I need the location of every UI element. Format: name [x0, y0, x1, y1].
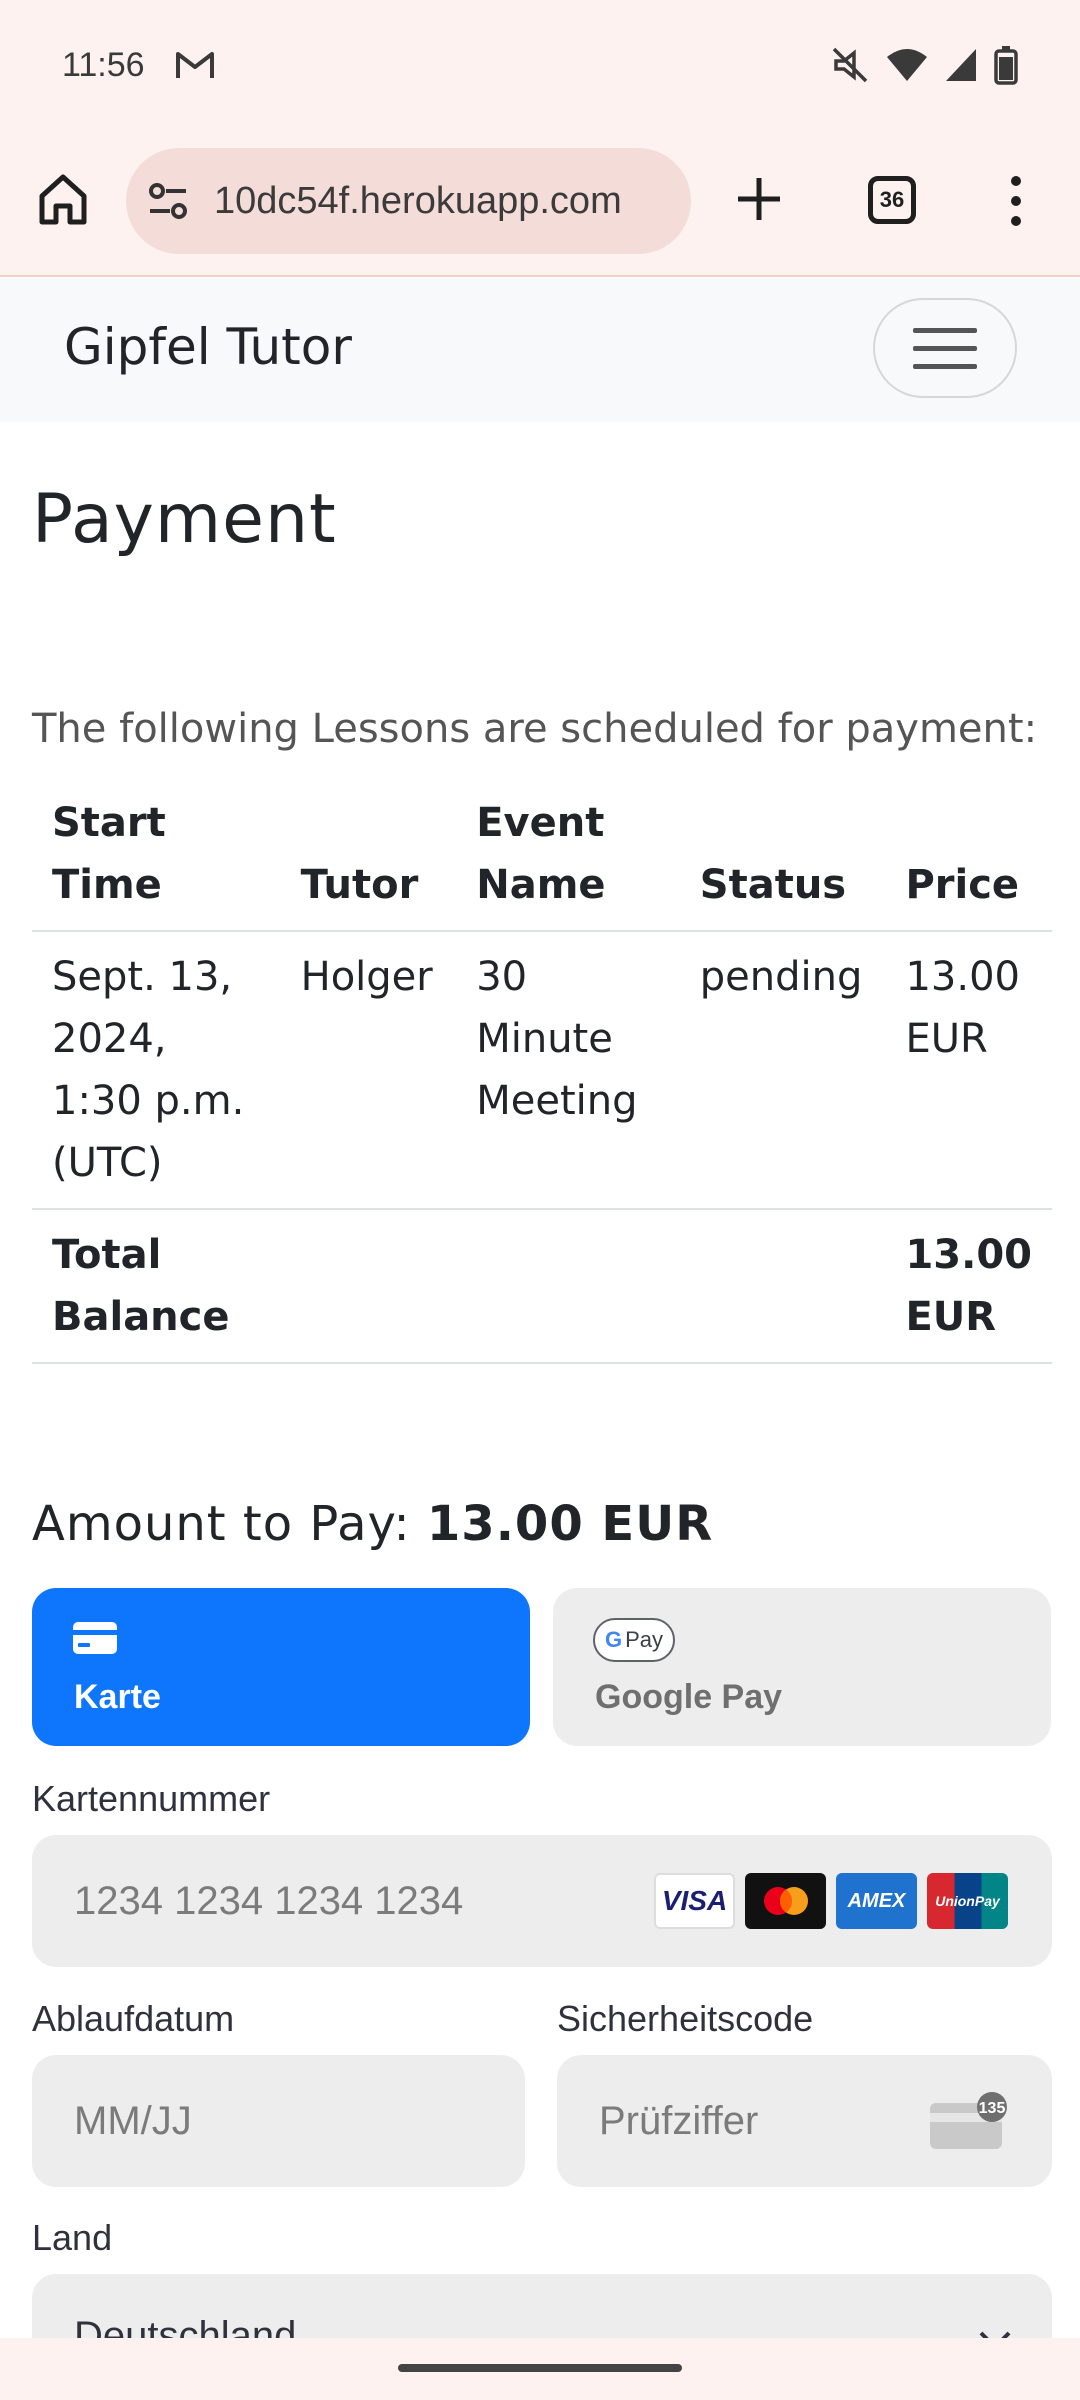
unionpay-icon: UnionPay	[927, 1873, 1008, 1929]
payment-method-gpay-tab[interactable]: G Pay Google Pay	[553, 1588, 1051, 1746]
cell-tutor: Holger	[280, 931, 457, 1210]
amount-value: 13.00 EUR	[426, 1496, 714, 1552]
tabs-icon[interactable]: 36	[868, 176, 916, 224]
gmail-icon	[175, 52, 214, 78]
cvc-label: Sicherheitscode	[557, 1998, 814, 2039]
cell-event-name: 30 Minute Meeting	[456, 931, 680, 1210]
amount-to-pay: Amount to Pay: 13.00 EUR	[32, 1496, 713, 1552]
intro-text: The following Lessons are scheduled for …	[32, 706, 1038, 752]
expiry-label: Ablaufdatum	[32, 1998, 235, 2039]
cvc-badge-text: 135	[979, 2100, 1006, 2117]
expiry-placeholder: MM/JJ	[74, 2098, 192, 2143]
browser-toolbar: 10dc54f.herokuapp.com 36	[0, 130, 1080, 277]
mute-icon	[832, 47, 868, 83]
cell-status: pending	[679, 931, 886, 1210]
total-value: 13.00 EUR	[885, 1209, 1052, 1364]
gesture-handle[interactable]	[398, 2364, 682, 2372]
country-label: Land	[32, 2217, 113, 2258]
expiry-input[interactable]: MM/JJ	[32, 2055, 525, 2187]
navbar-toggle-button[interactable]	[873, 298, 1017, 398]
gpay-tab-label: Google Pay	[595, 1678, 783, 1716]
site-settings-icon[interactable]	[146, 179, 190, 223]
cell-price: 13.00 EUR	[885, 931, 1052, 1210]
signal-icon	[946, 49, 976, 81]
table-row: Sept. 13, 2024, 1:30 p.m. (UTC) Holger 3…	[32, 931, 1052, 1210]
address-bar[interactable]: 10dc54f.herokuapp.com	[126, 148, 691, 254]
col-start-time: Start Time	[32, 782, 281, 932]
more-menu-icon[interactable]	[1000, 174, 1032, 228]
google-pay-icon: G Pay	[593, 1618, 675, 1662]
site-navbar: Gipfel Tutor	[0, 278, 1080, 422]
amount-label: Amount to Pay:	[32, 1496, 411, 1552]
hamburger-icon-line	[913, 345, 977, 351]
lessons-table: Start Time Tutor Event Name Status Price…	[32, 782, 1052, 1364]
page-title: Payment	[32, 480, 337, 559]
card-number-placeholder: 1234 1234 1234 1234	[74, 1878, 464, 1923]
site-brand[interactable]: Gipfel Tutor	[64, 318, 352, 376]
hamburger-icon-line	[913, 327, 977, 333]
visa-icon: VISA	[654, 1873, 735, 1929]
battery-icon	[994, 46, 1018, 85]
col-status: Status	[679, 782, 886, 932]
cvc-placeholder: Prüfziffer	[599, 2098, 759, 2143]
col-tutor: Tutor	[280, 782, 457, 932]
new-tab-icon[interactable]	[730, 170, 788, 228]
card-tab-label: Karte	[74, 1678, 161, 1716]
hamburger-icon-line	[913, 363, 977, 369]
tab-count: 36	[879, 187, 905, 212]
wifi-icon	[887, 49, 927, 81]
amex-icon: AMEX	[836, 1873, 917, 1929]
payment-method-card-tab[interactable]: Karte	[32, 1588, 530, 1746]
col-event-name: Event Name	[456, 782, 680, 932]
status-time: 11:56	[62, 45, 145, 84]
card-number-label: Kartennummer	[32, 1778, 271, 1819]
cell-start-time: Sept. 13, 2024, 1:30 p.m. (UTC)	[32, 931, 281, 1210]
total-label: Total Balance	[32, 1209, 281, 1364]
table-header-row: Start Time Tutor Event Name Status Price	[32, 782, 1052, 932]
cvc-input[interactable]: Prüfziffer 135	[557, 2055, 1052, 2187]
home-icon[interactable]	[34, 170, 92, 228]
status-bar: 11:56	[0, 0, 1080, 130]
card-brand-logos: VISA AMEX UnionPay	[654, 1873, 1008, 1929]
card-number-input[interactable]: 1234 1234 1234 1234 VISA AMEX UnionPay	[32, 1835, 1052, 1967]
total-row: Total Balance 13.00 EUR	[32, 1209, 1052, 1364]
col-price: Price	[885, 782, 1052, 932]
url-text[interactable]: 10dc54f.herokuapp.com	[214, 180, 622, 223]
cvc-card-icon: 135	[930, 2092, 1007, 2149]
credit-card-icon	[73, 1622, 117, 1654]
mastercard-icon	[745, 1873, 826, 1929]
